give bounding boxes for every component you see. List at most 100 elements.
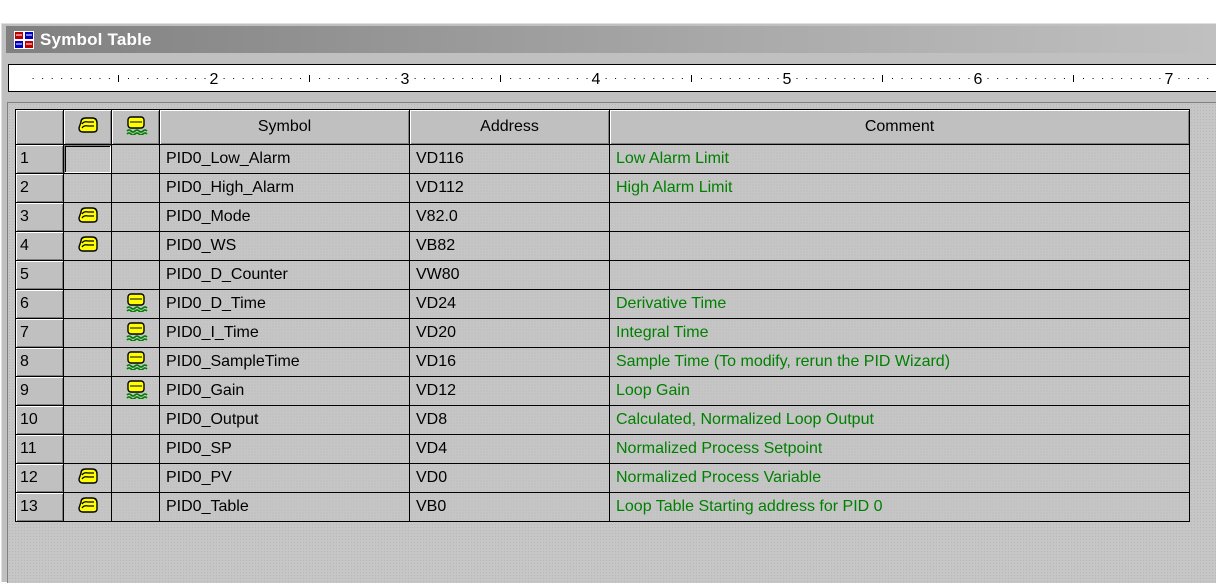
table-row[interactable]: 4 PID0_WS VB82 [15,231,1190,261]
table-row[interactable]: 12 PID0_PV VD0 Normalized Process Variable [15,463,1190,493]
unused-symbol-cell[interactable] [63,405,112,435]
comment-cell[interactable]: Loop Gain [609,376,1190,406]
unused-symbol-cell[interactable] [63,492,112,522]
unused-symbol-cell[interactable] [63,463,112,493]
row-number[interactable]: 10 [15,405,64,435]
symbol-cell[interactable]: PID0_PV [159,463,410,493]
overlap-cell[interactable] [111,231,160,261]
symbol-cell[interactable]: PID0_High_Alarm [159,173,410,203]
symbol-cell[interactable]: PID0_I_Time [159,318,410,348]
comment-cell[interactable]: Integral Time [609,318,1190,348]
unused-symbol-cell[interactable] [63,376,112,406]
comment-cell[interactable] [609,231,1190,261]
comment-cell[interactable]: High Alarm Limit [609,173,1190,203]
address-cell[interactable]: VD116 [409,144,610,174]
comment-cell[interactable]: Normalized Process Variable [609,463,1190,493]
comment-cell[interactable]: Low Alarm Limit [609,144,1190,174]
header-address[interactable]: Address [409,109,610,145]
symbol-cell[interactable]: PID0_SampleTime [159,347,410,377]
overlap-cell[interactable] [111,347,160,377]
table-row[interactable]: 3 PID0_Mode V82.0 [15,202,1190,232]
row-number[interactable]: 3 [15,202,64,232]
row-number[interactable]: 11 [15,434,64,464]
address-cell[interactable]: VD16 [409,347,610,377]
overlap-cell[interactable] [111,405,160,435]
table-row[interactable]: 8 PID0_SampleTime VD16 Sample Time (To modi… [15,347,1190,377]
symbol-cell[interactable]: PID0_Low_Alarm [159,144,410,174]
table-row[interactable]: 7 PID0_I_Time VD20 Integral Time [15,318,1190,348]
row-number[interactable]: 12 [15,463,64,493]
row-number[interactable]: 8 [15,347,64,377]
row-number[interactable]: 7 [15,318,64,348]
table-row[interactable]: 13 PID0_Table VB0 Loop Table Starting addre… [15,492,1190,522]
header-overlapping-address[interactable] [111,109,160,145]
comment-cell[interactable] [609,260,1190,290]
symbol-cell[interactable]: PID0_D_Counter [159,260,410,290]
overlap-cell[interactable] [111,376,160,406]
row-number[interactable]: 4 [15,231,64,261]
unused-symbol-cell[interactable] [63,144,112,174]
address-cell[interactable]: VD0 [409,463,610,493]
comment-cell[interactable]: Calculated, Normalized Loop Output [609,405,1190,435]
unused-symbol-cell[interactable] [63,289,112,319]
row-number[interactable]: 2 [15,173,64,203]
unused-symbol-cell[interactable] [63,347,112,377]
overlap-cell[interactable] [111,173,160,203]
address-cell[interactable]: VD24 [409,289,610,319]
table-row[interactable]: 11 PID0_SP VD4 Normalized Process Setpoint [15,434,1190,464]
symbol-cell[interactable]: PID0_Output [159,405,410,435]
address-cell[interactable]: VD112 [409,173,610,203]
row-number[interactable]: 13 [15,492,64,522]
unused-symbol-cell[interactable] [63,173,112,203]
overlap-cell[interactable] [111,289,160,319]
comment-cell[interactable] [609,202,1190,232]
row-number[interactable]: 9 [15,376,64,406]
address-cell[interactable]: V82.0 [409,202,610,232]
comment-cell[interactable]: Sample Time (To modify, rerun the PID Wi… [609,347,1190,377]
header-comment[interactable]: Comment [609,109,1190,145]
address-cell[interactable]: VD4 [409,434,610,464]
title-bar[interactable]: Symbol Table [6,26,1216,53]
unused-symbol-cell[interactable] [63,202,112,232]
unused-symbol-cell[interactable] [63,231,112,261]
header-symbol[interactable]: Symbol [159,109,410,145]
table-row[interactable]: 6 PID0_D_Time VD24 Derivative Time [15,289,1190,319]
header-unused-symbol[interactable] [63,109,112,145]
address-cell[interactable]: VB82 [409,231,610,261]
unused-symbol-cell[interactable] [63,318,112,348]
address-cell[interactable]: VD12 [409,376,610,406]
address-cell[interactable]: VW80 [409,260,610,290]
column-ruler[interactable]: 2 3 4 5 6 7 [8,64,1216,92]
address-cell[interactable]: VD20 [409,318,610,348]
overlap-cell[interactable] [111,260,160,290]
symbol-cell[interactable]: PID0_Mode [159,202,410,232]
overlap-cell[interactable] [111,202,160,232]
comment-cell[interactable]: Normalized Process Setpoint [609,434,1190,464]
row-number[interactable]: 5 [15,260,64,290]
address-cell[interactable]: VD8 [409,405,610,435]
overlap-cell[interactable] [111,492,160,522]
overlap-cell[interactable] [111,144,160,174]
symbol-cell[interactable]: PID0_D_Time [159,289,410,319]
row-header-corner[interactable] [15,109,64,145]
unused-symbol-cell[interactable] [63,260,112,290]
symbol-cell[interactable]: PID0_SP [159,434,410,464]
row-number[interactable]: 6 [15,289,64,319]
overlap-cell[interactable] [111,463,160,493]
unused-symbol-cell[interactable] [63,434,112,464]
symbol-cell[interactable]: PID0_Table [159,492,410,522]
overlap-cell[interactable] [111,318,160,348]
symbol-table-app-icon[interactable] [14,30,34,49]
table-row[interactable]: 10 PID0_Output VD8 Calculated, Normalized L… [15,405,1190,435]
overlap-cell[interactable] [111,434,160,464]
address-cell[interactable]: VB0 [409,492,610,522]
comment-cell[interactable]: Loop Table Starting address for PID 0 [609,492,1190,522]
table-row[interactable]: 2 PID0_High_Alarm VD112 High Alarm Limit [15,173,1190,203]
symbol-cell[interactable]: PID0_Gain [159,376,410,406]
table-row[interactable]: 9 PID0_Gain VD12 Loop Gain [15,376,1190,406]
row-number[interactable]: 1 [15,144,64,174]
table-row[interactable]: 5 PID0_D_Counter VW80 [15,260,1190,290]
symbol-cell[interactable]: PID0_WS [159,231,410,261]
table-row[interactable]: 1 PID0_Low_Alarm VD116 Low Alarm Limit [15,144,1190,174]
comment-cell[interactable]: Derivative Time [609,289,1190,319]
